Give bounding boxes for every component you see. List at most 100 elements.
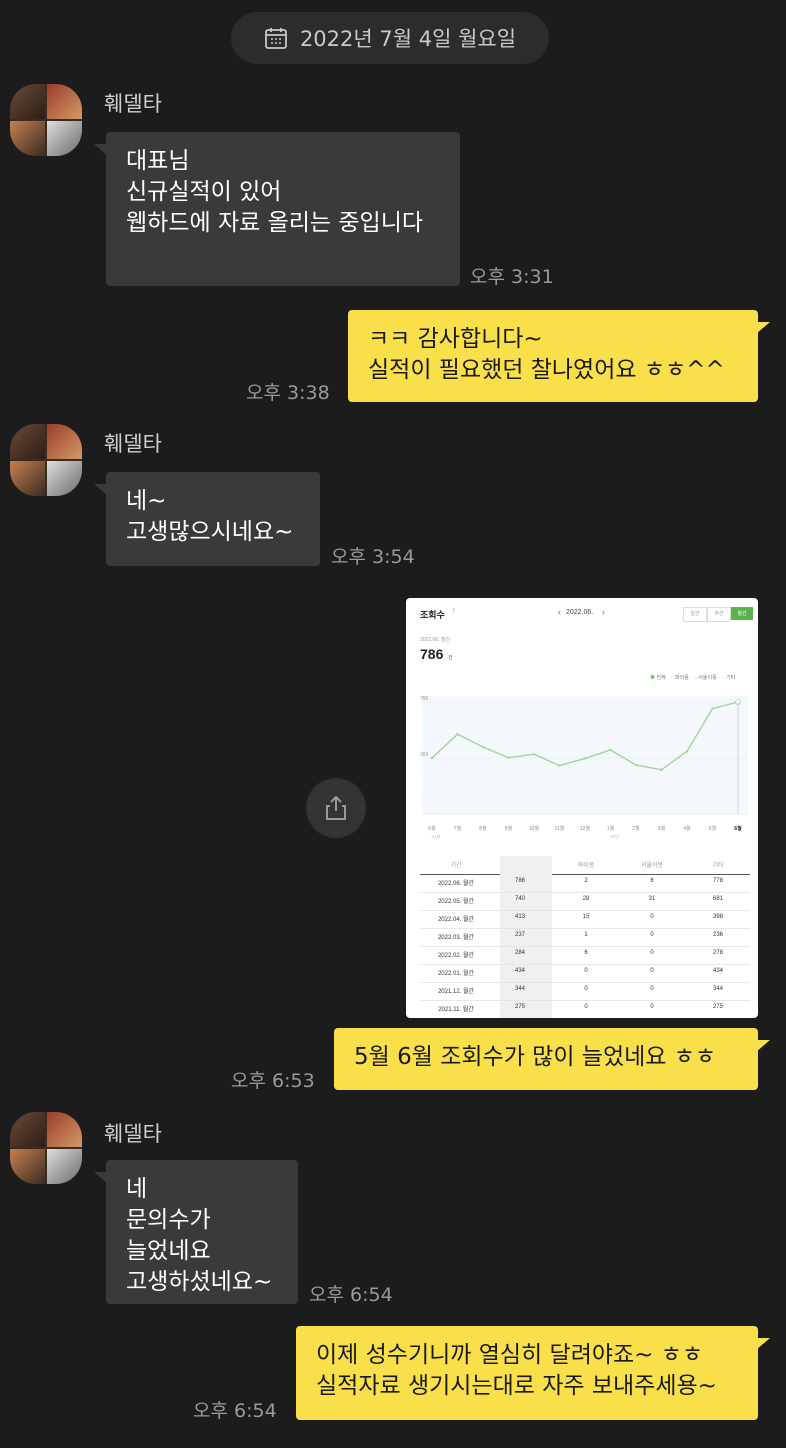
date-text: 2022년 7월 4일 월요일 xyxy=(299,27,517,51)
prev-period-icon[interactable]: ‹ xyxy=(558,607,561,617)
x-tick-label: 5월 xyxy=(709,825,717,832)
data-point xyxy=(558,764,561,767)
table-cell: 778 xyxy=(712,878,724,884)
legend-item[interactable]: ○ 기타 xyxy=(722,674,736,681)
table-cell: 0 xyxy=(650,950,654,956)
sender-name: 훼델타 xyxy=(104,92,162,116)
x-tick-label: 4월 xyxy=(683,825,691,832)
table-cell: 1 xyxy=(584,932,588,938)
table-cell: 275 xyxy=(514,1004,526,1010)
data-point xyxy=(583,757,587,760)
avatar[interactable] xyxy=(10,84,82,156)
avatar[interactable] xyxy=(10,1112,82,1184)
legend-item[interactable]: ○ 파이몽 xyxy=(671,674,689,681)
message-bubble[interactable]: ㅋㅋ 감사합니다~ 실적이 필요했던 찰나였어요 ㅎㅎ^^ xyxy=(348,310,770,402)
data-point xyxy=(532,752,536,756)
table-row: 2022.01. 월간 434 0 0 434 xyxy=(420,964,750,983)
table-cell: 681 xyxy=(712,896,724,902)
help-icon: ? xyxy=(452,609,456,615)
x-tick-label: 12월 xyxy=(580,825,591,832)
timestamp: 오후 3:38 xyxy=(246,382,330,404)
table-cell: 2022.05. 월간 xyxy=(437,899,475,905)
data-point xyxy=(430,756,434,760)
table-cell: 2022.04. 월간 xyxy=(437,917,475,923)
year-label: '21년 xyxy=(432,833,441,839)
table-cell: 0 xyxy=(650,932,654,938)
data-point xyxy=(685,750,689,753)
data-point xyxy=(609,748,612,752)
data-point xyxy=(507,756,510,759)
table-cell: 31 xyxy=(648,896,656,902)
table-header: 기간전체파이몽서울이몽기타 xyxy=(420,856,750,875)
table-cell: 434 xyxy=(712,968,724,974)
avatar[interactable] xyxy=(10,424,82,496)
summary-unit: 건 xyxy=(448,655,453,661)
calendar-icon xyxy=(265,28,287,49)
chart-legend: ◉ 전체 ○ 파이몽 ○ 서울이몽 ○ 기타 xyxy=(650,674,735,681)
table-cell: 0 xyxy=(584,968,588,974)
table-cell: 2022.01. 월간 xyxy=(437,971,475,977)
table-row: 2022.06. 월간 786 2 6 778 xyxy=(420,874,750,893)
data-point xyxy=(634,763,638,767)
message-bubble[interactable]: 네 문의수가 늘었네요 고생하셨네요~ xyxy=(94,1160,298,1304)
table-row: 2022.02. 월간 284 6 0 278 xyxy=(420,946,750,965)
table-cell: 6 xyxy=(584,950,588,956)
plot-area xyxy=(422,696,748,814)
table-cell: 0 xyxy=(650,914,654,920)
x-tick-label: 10월 xyxy=(529,825,540,832)
column-header: 파이몽 xyxy=(577,863,595,869)
sender-name: 훼델타 xyxy=(104,1122,162,1146)
data-point xyxy=(711,707,714,710)
table-row: 2021.12. 월간 344 0 0 344 xyxy=(420,982,750,1001)
toggle-monthly[interactable]: 월간 xyxy=(731,607,753,620)
legend-item[interactable]: ◉ 전체 xyxy=(650,674,666,681)
table-cell: 2022.02. 월간 xyxy=(437,953,475,959)
x-tick-label: 7월 xyxy=(454,825,462,832)
message-bubble[interactable]: 이제 성수기니까 열심히 달려야죠~ ㅎㅎ 실적자료 생기시는대로 자주 보내주… xyxy=(296,1326,770,1420)
table-row: 2022.05. 월간 740 28 31 681 xyxy=(420,892,750,911)
table-row: 2022.04. 월간 413 15 0 398 xyxy=(420,910,750,929)
table-cell: 0 xyxy=(650,1004,654,1010)
toggle-weekly[interactable]: 주간 xyxy=(707,607,731,622)
y-tick-label: 393 xyxy=(420,752,429,758)
x-tick-label: 3월 xyxy=(658,825,666,832)
next-period-icon[interactable]: › xyxy=(602,607,605,617)
table-row: 2021.11. 월간 275 0 0 275 xyxy=(420,1000,750,1018)
share-button[interactable] xyxy=(306,778,366,838)
column-header: 서울이몽 xyxy=(640,863,664,869)
table-cell: 236 xyxy=(712,932,724,938)
period-toggle: 일간 주간 월간 xyxy=(683,607,753,622)
table-cell: 2022.03. 월간 xyxy=(437,935,475,941)
table-row: 2022.03. 월간 237 1 0 236 xyxy=(420,928,750,947)
table-cell: 0 xyxy=(584,1004,588,1010)
message-bubble[interactable]: 대표님 신규실적이 있어 웹하드에 자료 올리는 중입니다 xyxy=(94,132,460,286)
y-tick-label: 786 xyxy=(420,696,429,702)
legend-item[interactable]: ○ 서울이몽 xyxy=(694,674,717,681)
table-cell: 237 xyxy=(514,932,526,938)
timestamp: 오후 3:31 xyxy=(470,266,554,288)
attached-image[interactable]: 조회수 ? ‹ 2022.06. › 일간 주간 월간 2022.06. 월간 … xyxy=(406,598,758,1018)
table-cell: 0 xyxy=(584,986,588,992)
date-divider: 2022년 7월 4일 월요일 xyxy=(231,12,549,64)
table-cell: 15 xyxy=(582,914,590,920)
column-header: 기간 xyxy=(450,863,462,869)
toggle-daily[interactable]: 일간 xyxy=(683,607,707,622)
table-cell: 434 xyxy=(514,968,526,974)
data-point xyxy=(456,733,459,736)
data-point xyxy=(481,745,485,749)
x-tick-label: 8월 xyxy=(479,825,487,832)
line-chart: 7863936월 7월 8월 9월 10월 11월 12월 1월 2월 3월 4월 5월 6월'21년 '… xyxy=(420,696,748,839)
table-cell: 278 xyxy=(712,950,724,956)
data-point xyxy=(660,768,663,772)
year-label: '22년 xyxy=(610,833,619,839)
summary-label: 2022.06. 월간 xyxy=(420,637,451,643)
table-cell: 740 xyxy=(514,896,526,902)
summary-value: 786 xyxy=(420,646,444,662)
message-bubble[interactable]: 5월 6월 조회수가 많이 늘었네요 ㅎㅎ xyxy=(334,1028,770,1090)
column-header: 기타 xyxy=(712,863,724,869)
message-bubble[interactable]: 네~ 고생많으시네요~ xyxy=(94,472,320,566)
x-tick-label: 1월 xyxy=(607,825,615,832)
table-cell: 786 xyxy=(514,878,526,884)
period-label: 2022.06. xyxy=(566,609,594,616)
timestamp: 오후 6:53 xyxy=(231,1070,315,1092)
